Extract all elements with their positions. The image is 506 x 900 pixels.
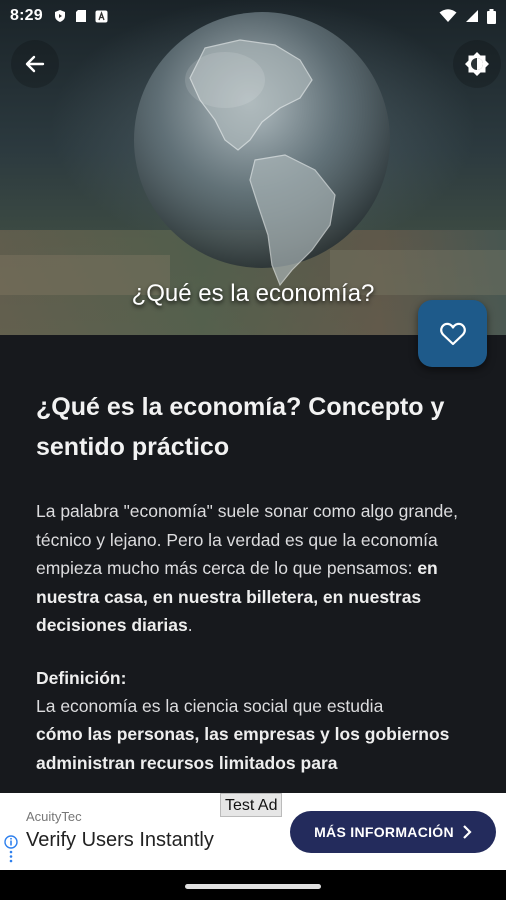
intro-text: La palabra "economía" suele sonar como a… xyxy=(36,501,458,578)
font-a-icon xyxy=(95,10,108,22)
heart-icon xyxy=(439,322,466,345)
hero-image: 8:29 ¿Qué es la economía? xyxy=(0,0,506,335)
test-ad-label: Test Ad xyxy=(220,793,283,817)
wifi-icon xyxy=(439,9,457,22)
definition-heading: Definición: xyxy=(36,667,127,688)
theme-toggle-button[interactable] xyxy=(453,40,501,88)
ad-cta-label: MÁS INFORMACIÓN xyxy=(314,824,454,840)
navigation-bar xyxy=(0,870,506,900)
ad-info-icon[interactable] xyxy=(4,835,18,865)
status-bar: 8:29 xyxy=(0,0,506,32)
brightness-icon xyxy=(465,52,489,76)
chevron-right-icon xyxy=(463,825,472,839)
arrow-left-icon xyxy=(25,55,45,73)
article-content: ¿Qué es la economía? Concepto y sentido … xyxy=(0,335,506,793)
ad-cta-button[interactable]: MÁS INFORMACIÓN xyxy=(290,811,496,853)
intro-end: . xyxy=(187,615,193,635)
ad-brand: AcuityTec xyxy=(26,809,82,824)
battery-icon xyxy=(487,8,496,24)
definition-bold-text: cómo las personas, las empresas y los go… xyxy=(36,720,470,777)
back-button[interactable] xyxy=(11,40,59,88)
sim-card-icon xyxy=(75,10,86,22)
intro-paragraph: La palabra "economía" suele sonar como a… xyxy=(36,497,470,640)
play-protect-icon xyxy=(54,10,65,22)
definition-bold: cómo las personas, las empresas y los go… xyxy=(36,724,450,773)
ad-headline[interactable]: Verify Users Instantly xyxy=(26,829,214,852)
status-time: 8:29 xyxy=(10,7,43,24)
favorite-button[interactable] xyxy=(418,300,487,367)
article-title: ¿Qué es la economía? Concepto y sentido … xyxy=(36,393,445,461)
signal-icon xyxy=(466,10,478,22)
home-gesture-handle[interactable] xyxy=(185,884,321,889)
definition-text: La economía es la ciencia social que est… xyxy=(36,695,384,716)
